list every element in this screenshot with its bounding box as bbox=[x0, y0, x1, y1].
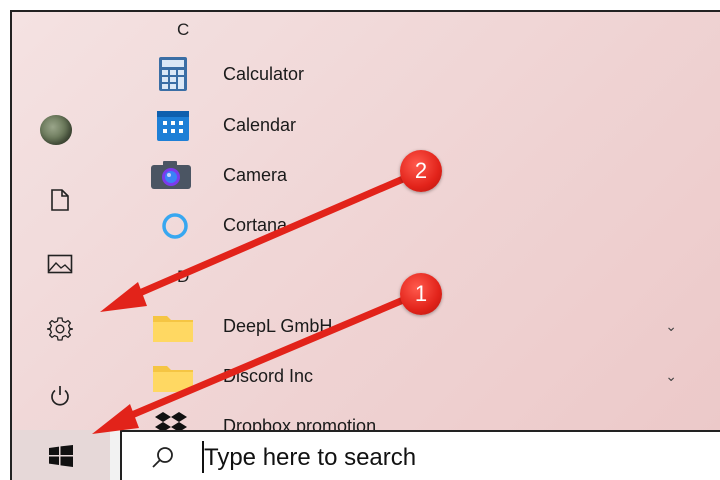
arrow-1 bbox=[92, 294, 412, 434]
annotation-badge-2: 2 bbox=[400, 150, 442, 192]
arrow-2 bbox=[100, 172, 414, 312]
annotation-arrows bbox=[92, 172, 414, 434]
annotation-badge-1: 1 bbox=[400, 273, 442, 315]
